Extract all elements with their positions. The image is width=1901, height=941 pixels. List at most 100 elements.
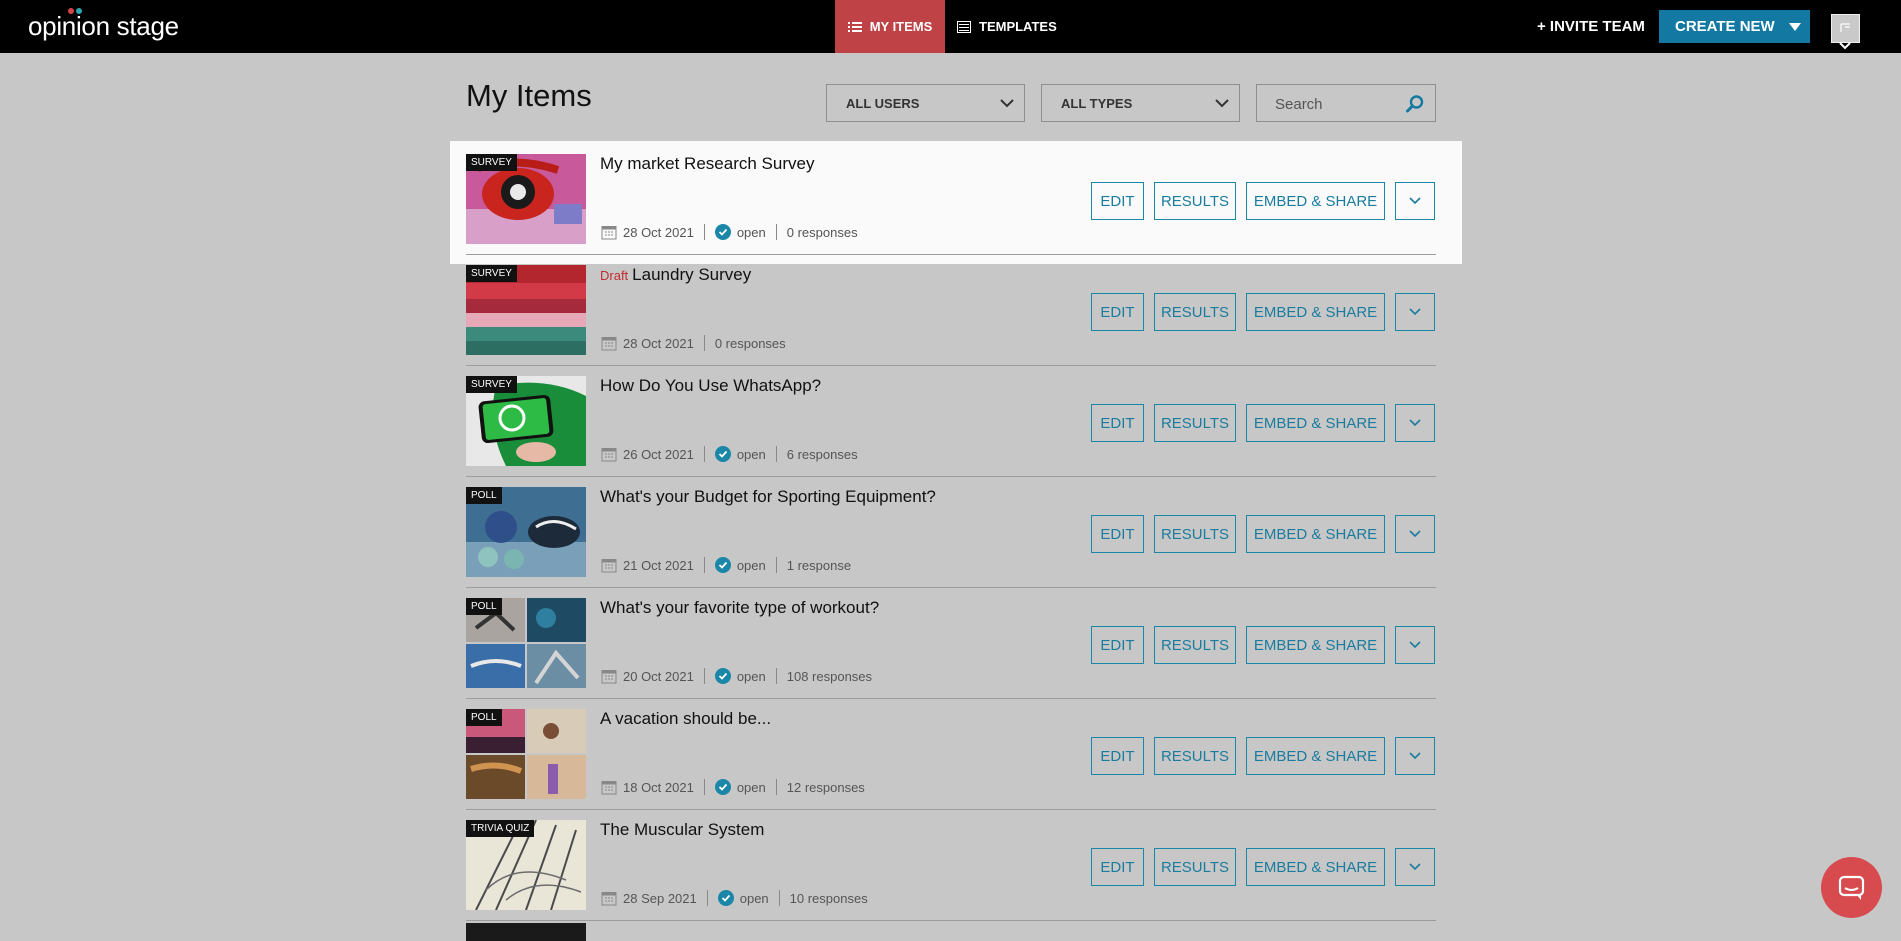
invite-team-button[interactable]: + INVITE TEAM (1537, 0, 1645, 53)
more-options-button[interactable] (1395, 515, 1435, 553)
results-button[interactable]: RESULTS (1154, 848, 1236, 886)
chat-icon (1838, 875, 1865, 900)
chevron-down-icon (1409, 752, 1421, 760)
list-item: POLL What's your Budget for Sporting Equ… (466, 477, 1436, 588)
item-title[interactable]: A vacation should be... (600, 709, 771, 729)
item-status: open (736, 668, 766, 684)
results-button[interactable]: RESULTS (1154, 293, 1236, 331)
edit-button[interactable]: EDIT (1091, 515, 1144, 553)
page-title: My Items (466, 78, 592, 113)
tab-templates[interactable]: TEMPLATES (957, 0, 1057, 53)
embed-share-button[interactable]: EMBED & SHARE (1246, 293, 1385, 331)
item-title[interactable]: The Muscular System (600, 820, 764, 840)
search-icon[interactable] (1405, 94, 1425, 114)
edit-button[interactable]: EDIT (1091, 293, 1144, 331)
results-button[interactable]: RESULTS (1154, 737, 1236, 775)
embed-share-button[interactable]: EMBED & SHARE (1246, 182, 1385, 220)
more-options-button[interactable] (1395, 293, 1435, 331)
item-meta: 18 Oct 2021 open 12 responses (601, 778, 865, 796)
avatar-placeholder-icon (1840, 23, 1850, 32)
embed-share-button[interactable]: EMBED & SHARE (1246, 848, 1385, 886)
divider (703, 224, 705, 240)
item-responses: 1 response (786, 557, 852, 573)
item-meta: 21 Oct 2021 open 1 response (601, 556, 851, 574)
results-button[interactable]: RESULTS (1154, 626, 1236, 664)
logo[interactable]: opinion stage (28, 8, 179, 41)
item-title-text: What's your favorite type of workout? (600, 598, 880, 617)
item-meta: 26 Oct 2021 open 6 responses (601, 445, 858, 463)
users-filter-value: ALL USERS (846, 95, 920, 111)
tab-templates-label: TEMPLATES (979, 19, 1057, 34)
tab-my-items-label: MY ITEMS (869, 19, 933, 34)
item-title-text: What's your Budget for Sporting Equipmen… (600, 487, 936, 506)
item-thumbnail[interactable]: SURVEY (466, 154, 586, 244)
item-status: open (736, 557, 766, 573)
item-date: 18 Oct 2021 (623, 779, 694, 795)
item-thumbnail[interactable]: SURVEY (466, 265, 586, 355)
chevron-down-icon[interactable] (1839, 42, 1851, 50)
item-responses: 0 responses (714, 335, 786, 351)
chevron-down-icon (1215, 99, 1229, 108)
divider (775, 446, 777, 462)
check-circle-icon (714, 446, 731, 462)
item-type-badge: POLL (466, 709, 502, 726)
list-item: SURVEY My market Research Survey 28 Oct … (466, 144, 1436, 255)
list-item: TRIVIA QUIZ The Muscular System 28 Sep 2… (466, 810, 1436, 921)
item-actions: EDIT RESULTS EMBED & SHARE (1091, 182, 1435, 220)
item-thumbnail[interactable]: POLL (466, 598, 586, 688)
tab-my-items[interactable]: MY ITEMS (835, 0, 945, 53)
more-options-button[interactable] (1395, 626, 1435, 664)
item-title[interactable]: What's your favorite type of workout? (600, 598, 879, 618)
item-thumbnail[interactable]: POLL (466, 709, 586, 799)
search-input[interactable] (1257, 85, 1417, 123)
search-box (1256, 84, 1436, 123)
divider (775, 668, 777, 684)
edit-button[interactable]: EDIT (1091, 182, 1144, 220)
results-button[interactable]: RESULTS (1154, 404, 1236, 442)
results-button[interactable]: RESULTS (1154, 515, 1236, 553)
item-meta: 28 Oct 2021 0 responses (601, 334, 786, 352)
more-options-button[interactable] (1395, 737, 1435, 775)
item-title[interactable]: Draft Laundry Survey (600, 265, 751, 285)
item-title[interactable]: My market Research Survey (600, 154, 814, 174)
divider (703, 335, 705, 351)
embed-share-button[interactable]: EMBED & SHARE (1246, 626, 1385, 664)
embed-share-button[interactable]: EMBED & SHARE (1246, 515, 1385, 553)
item-thumbnail[interactable]: TRIVIA QUIZ (466, 820, 586, 910)
item-type-badge: POLL (466, 598, 502, 615)
item-thumbnail[interactable]: POLL (466, 487, 586, 577)
list-item: SURVEY Draft Laundry Survey 28 Oct 2021 0… (466, 255, 1436, 366)
create-new-button[interactable]: CREATE NEW (1659, 10, 1810, 43)
edit-button[interactable]: EDIT (1091, 737, 1144, 775)
edit-button[interactable]: EDIT (1091, 848, 1144, 886)
item-title-text: The Muscular System (600, 820, 765, 839)
draft-label: Draft (600, 268, 629, 283)
avatar[interactable] (1831, 14, 1860, 43)
more-options-button[interactable] (1395, 182, 1435, 220)
divider (703, 779, 705, 795)
item-thumbnail[interactable]: SURVEY (466, 376, 586, 466)
item-thumbnail[interactable] (466, 923, 586, 941)
divider (703, 668, 705, 684)
embed-share-button[interactable]: EMBED & SHARE (1246, 737, 1385, 775)
item-title[interactable]: What's your Budget for Sporting Equipmen… (600, 487, 936, 507)
more-options-button[interactable] (1395, 404, 1435, 442)
results-button[interactable]: RESULTS (1154, 182, 1236, 220)
chevron-down-icon (1409, 197, 1421, 205)
edit-button[interactable]: EDIT (1091, 626, 1144, 664)
item-type-badge: SURVEY (466, 376, 517, 393)
embed-share-button[interactable]: EMBED & SHARE (1246, 404, 1385, 442)
edit-button[interactable]: EDIT (1091, 404, 1144, 442)
chevron-down-icon (1409, 863, 1421, 871)
divider (775, 779, 777, 795)
chevron-down-icon (1409, 419, 1421, 427)
more-options-button[interactable] (1395, 848, 1435, 886)
divider (706, 890, 708, 906)
item-date: 28 Oct 2021 (623, 335, 694, 351)
list-item: POLL What's your favorite type of workou… (466, 588, 1436, 699)
types-filter-select[interactable]: ALL TYPES (1041, 84, 1240, 122)
users-filter-select[interactable]: ALL USERS (826, 84, 1025, 122)
chat-launcher-button[interactable] (1821, 857, 1882, 918)
item-title[interactable]: How Do You Use WhatsApp? (600, 376, 821, 396)
item-responses: 0 responses (786, 224, 858, 240)
